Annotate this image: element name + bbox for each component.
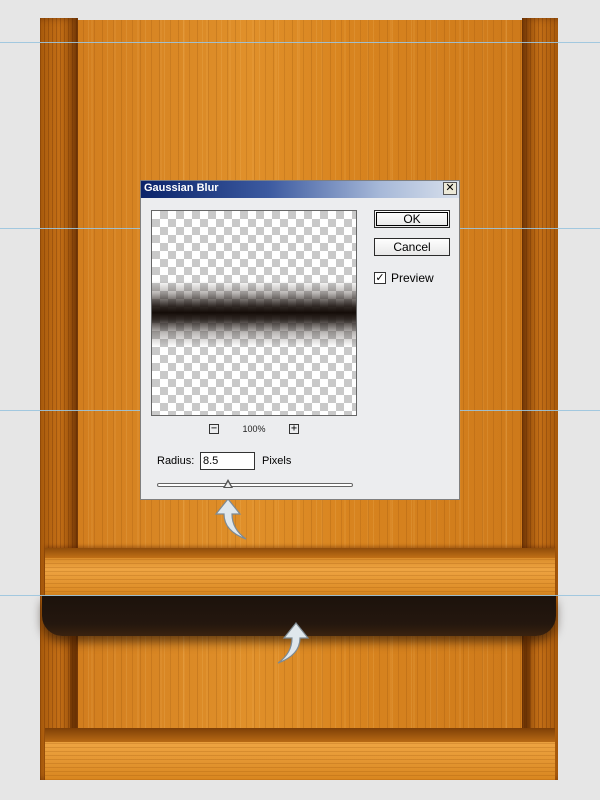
guide-line xyxy=(0,595,600,596)
wood-shelf-lower xyxy=(45,728,555,780)
zoom-controls: − 100% + xyxy=(151,424,357,436)
ok-button[interactable]: OK xyxy=(374,210,450,228)
gaussian-blur-dialog: Gaussian Blur ✕ − 100% + OK Cancel ✓ Pre… xyxy=(140,180,460,500)
radius-units: Pixels xyxy=(262,455,292,467)
blur-preview[interactable] xyxy=(151,210,357,416)
wood-shelf-upper xyxy=(45,548,555,596)
inner-edge-right xyxy=(524,636,530,728)
radius-label: Radius: xyxy=(157,455,195,467)
radius-input[interactable] xyxy=(200,452,255,470)
cancel-button[interactable]: Cancel xyxy=(374,238,450,256)
blurred-shadow-preview xyxy=(152,281,356,347)
inner-edge-left xyxy=(70,636,76,728)
preview-label: Preview xyxy=(391,271,434,285)
zoom-in-button[interactable]: + xyxy=(289,424,299,434)
guide-line xyxy=(0,42,600,43)
curved-up-arrow-icon xyxy=(277,622,310,664)
dialog-title: Gaussian Blur xyxy=(144,182,219,194)
zoom-level: 100% xyxy=(242,424,266,434)
preview-checkbox[interactable]: ✓ xyxy=(374,272,386,284)
dialog-titlebar[interactable]: Gaussian Blur ✕ xyxy=(141,181,459,198)
curved-up-arrow-icon xyxy=(214,498,247,540)
radius-slider-thumb[interactable] xyxy=(222,479,233,488)
zoom-out-button[interactable]: − xyxy=(209,424,219,434)
close-icon[interactable]: ✕ xyxy=(443,182,457,195)
radius-slider-track[interactable] xyxy=(157,483,353,487)
